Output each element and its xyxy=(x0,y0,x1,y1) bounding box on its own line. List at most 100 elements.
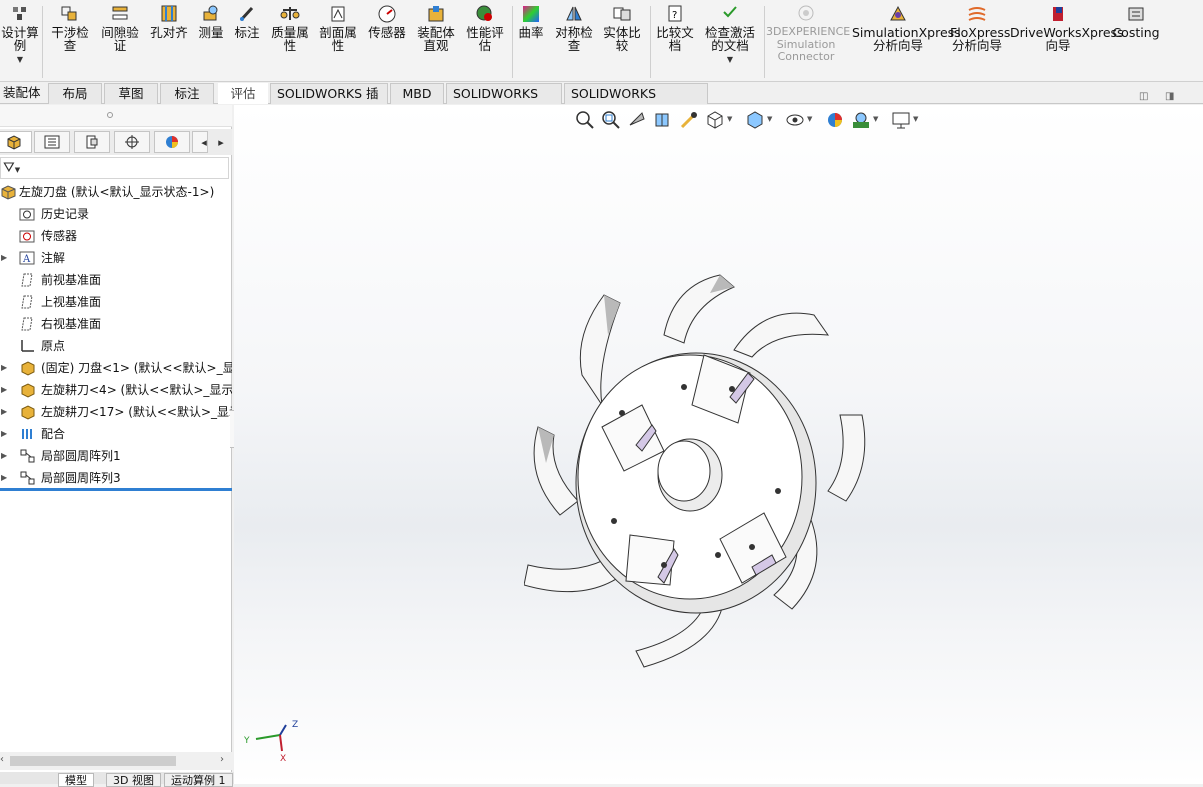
zoom-to-fit-icon[interactable] xyxy=(574,109,596,131)
tree-item-front-plane[interactable]: 前视基准面 xyxy=(0,269,232,291)
driveworksxpress-button[interactable]: DriveWorksXpress 向导 xyxy=(1010,4,1124,53)
performance-evaluation-button[interactable]: 性能评估 xyxy=(462,4,508,52)
expand-arrow-icon[interactable]: ▶ xyxy=(1,379,7,401)
previous-view-icon[interactable] xyxy=(626,109,648,131)
tree-item-component[interactable]: ▶ 左旋耕刀<4> (默认<<默认>_显示状 xyxy=(0,379,232,401)
expand-arrow-icon[interactable]: ▶ xyxy=(1,247,7,269)
rollback-bar[interactable] xyxy=(0,488,232,491)
chevron-down-icon[interactable]: ▼ xyxy=(807,115,812,123)
simulationxpress-button[interactable]: SimulationXpress 分析向导 xyxy=(852,4,961,52)
tree-item-annotations[interactable]: ▶ A 注解 xyxy=(0,247,232,269)
design-study-button[interactable]: 设计算例 ▼ xyxy=(0,4,40,66)
expand-arrow-icon[interactable]: ▶ xyxy=(1,423,7,445)
tree-filter[interactable]: ⛛▼ xyxy=(0,157,229,179)
tree-item-mates[interactable]: ▶ 配合 xyxy=(0,423,232,445)
display-style-icon[interactable] xyxy=(744,109,766,131)
plane-icon xyxy=(21,295,33,309)
graphics-area[interactable]: ◫ ◨ ▼ ▼ ▼ ▼ ▼ Y Z X xyxy=(234,91,1203,784)
expand-arrow-icon[interactable]: ▶ xyxy=(1,445,7,467)
clearance-verify-button[interactable]: 间隙验证 xyxy=(98,4,142,52)
dimxpertmanager-tab[interactable] xyxy=(114,131,150,153)
chevron-down-icon[interactable]: ▼ xyxy=(17,53,23,66)
tab-sketch[interactable]: 草图 xyxy=(104,83,158,104)
tab-assembly[interactable]: 装配体 xyxy=(0,83,47,104)
tree-item-origin[interactable]: 原点 xyxy=(0,335,232,357)
curvature-button[interactable]: 曲率 xyxy=(516,4,546,39)
tab-solidworks-inspection[interactable]: SOLIDWORKS Inspection xyxy=(564,83,708,121)
scroll-right-icon[interactable]: ▸ xyxy=(213,133,229,151)
compare-documents-button[interactable]: ? 比较文档 xyxy=(654,4,696,52)
section-view-icon[interactable] xyxy=(652,109,674,131)
mass-properties-button[interactable]: 质量属性 xyxy=(268,4,312,52)
pattern-icon xyxy=(20,471,35,485)
sim-connector-label: 3DEXPERIENCE Simulation Connector xyxy=(766,25,851,63)
panel-restore-icon[interactable]: ◫ xyxy=(1139,91,1148,102)
tree-item-history[interactable]: 历史记录 xyxy=(0,203,232,225)
tab-mbd[interactable]: MBD xyxy=(390,83,444,104)
sensor-button[interactable]: 传感器 xyxy=(364,4,410,39)
tab-model[interactable]: 模型 xyxy=(58,773,94,787)
dynamic-annotation-icon[interactable] xyxy=(678,109,700,131)
tab-motion-study[interactable]: 运动算例 1 xyxy=(164,773,233,787)
driveworks-label: DriveWorksXpress 向导 xyxy=(1010,25,1124,53)
expand-arrow-icon[interactable]: ▶ xyxy=(1,467,7,489)
tab-markup[interactable]: 标注 xyxy=(160,83,214,104)
section-properties-button[interactable]: 剖面属性 xyxy=(316,4,360,52)
pattern-icon xyxy=(20,449,35,463)
scroll-right-icon[interactable]: › xyxy=(220,754,224,765)
horizontal-scrollbar[interactable]: ‹ › xyxy=(0,752,232,770)
tree-item-pattern[interactable]: ▶ 局部圆周阵列3 xyxy=(0,467,232,489)
expand-arrow-icon[interactable]: ▶ xyxy=(1,357,7,379)
chevron-down-icon[interactable]: ▼ xyxy=(913,115,918,123)
edit-appearance-icon[interactable] xyxy=(824,109,846,131)
interference-check-button[interactable]: 干涉检查 xyxy=(48,4,92,52)
hub-bore xyxy=(657,440,711,502)
symmetry-check-button[interactable]: 对称检查 xyxy=(552,4,596,52)
scroll-left-icon[interactable]: ‹ xyxy=(0,754,4,765)
command-manager-tabs: 装配体 布局 草图 标注 评估 SOLIDWORKS 插件 MBD SOLIDW… xyxy=(0,82,1203,121)
configurationmanager-tab[interactable] xyxy=(74,131,110,153)
zoom-to-area-icon[interactable] xyxy=(600,109,622,131)
tab-3d-views[interactable]: 3D 视图 xyxy=(106,773,161,787)
simulation-connector-button[interactable]: 3DEXPERIENCE Simulation Connector xyxy=(766,4,851,64)
grip-dot-icon xyxy=(107,112,113,118)
tab-evaluate[interactable]: 评估 xyxy=(218,83,268,104)
tab-layout[interactable]: 布局 xyxy=(48,83,102,104)
ribbon-separator xyxy=(42,6,43,78)
displaymanager-tab[interactable] xyxy=(154,131,190,153)
tree-root[interactable]: 左旋刀盘 (默认<默认_显示状态-1>) xyxy=(0,181,232,203)
rotary-tiller-disc-model[interactable] xyxy=(524,265,894,675)
propertymanager-tab[interactable] xyxy=(34,131,70,153)
expand-arrow-icon[interactable]: ▶ xyxy=(1,401,7,423)
chevron-down-icon[interactable]: ▼ xyxy=(873,115,878,123)
scroll-thumb[interactable] xyxy=(10,756,176,766)
tab-solidworks-addins[interactable]: SOLIDWORKS 插件 xyxy=(270,83,388,121)
tree-item-top-plane[interactable]: 上视基准面 xyxy=(0,291,232,313)
tree-item-right-plane[interactable]: 右视基准面 xyxy=(0,313,232,335)
panel-expand-icon[interactable]: ◨ xyxy=(1165,91,1174,102)
assembly-visualization-button[interactable]: 装配体直观 xyxy=(414,4,458,52)
tree-item-component[interactable]: ▶ 左旋耕刀<17> (默认<<默认>_显示 xyxy=(0,401,232,423)
featuremanager-tab[interactable] xyxy=(0,131,32,153)
costing-button[interactable]: Costing xyxy=(1110,4,1162,39)
chevron-down-icon[interactable]: ▼ xyxy=(727,53,733,66)
scroll-left-icon[interactable]: ◂ xyxy=(196,133,212,151)
view-orientation-icon[interactable] xyxy=(704,109,726,131)
floxpress-button[interactable]: FloXpress 分析向导 xyxy=(950,4,1010,52)
hole-alignment-button[interactable]: 孔对齐 xyxy=(148,4,190,39)
panel-grip[interactable] xyxy=(0,105,232,127)
view-settings-icon[interactable] xyxy=(890,109,912,131)
markup-button[interactable]: 标注 xyxy=(232,4,262,39)
tree-item-pattern[interactable]: ▶ 局部圆周阵列1 xyxy=(0,445,232,467)
check-active-document-button[interactable]: 检查激活的文档 ▼ xyxy=(700,4,760,66)
compare-solids-button[interactable]: 实体比较 xyxy=(600,4,644,52)
tab-solidworks-cam[interactable]: SOLIDWORKS CAM xyxy=(446,83,562,121)
floxpress-icon xyxy=(968,7,986,21)
chevron-down-icon[interactable]: ▼ xyxy=(727,115,732,123)
tree-item-component[interactable]: ▶ (固定) 刀盘<1> (默认<<默认>_显示 xyxy=(0,357,232,379)
tree-item-sensors[interactable]: 传感器 xyxy=(0,225,232,247)
apply-scene-icon[interactable] xyxy=(850,109,872,131)
chevron-down-icon[interactable]: ▼ xyxy=(767,115,772,123)
hide-show-items-icon[interactable] xyxy=(784,109,806,131)
measure-button[interactable]: 测量 xyxy=(196,4,226,39)
